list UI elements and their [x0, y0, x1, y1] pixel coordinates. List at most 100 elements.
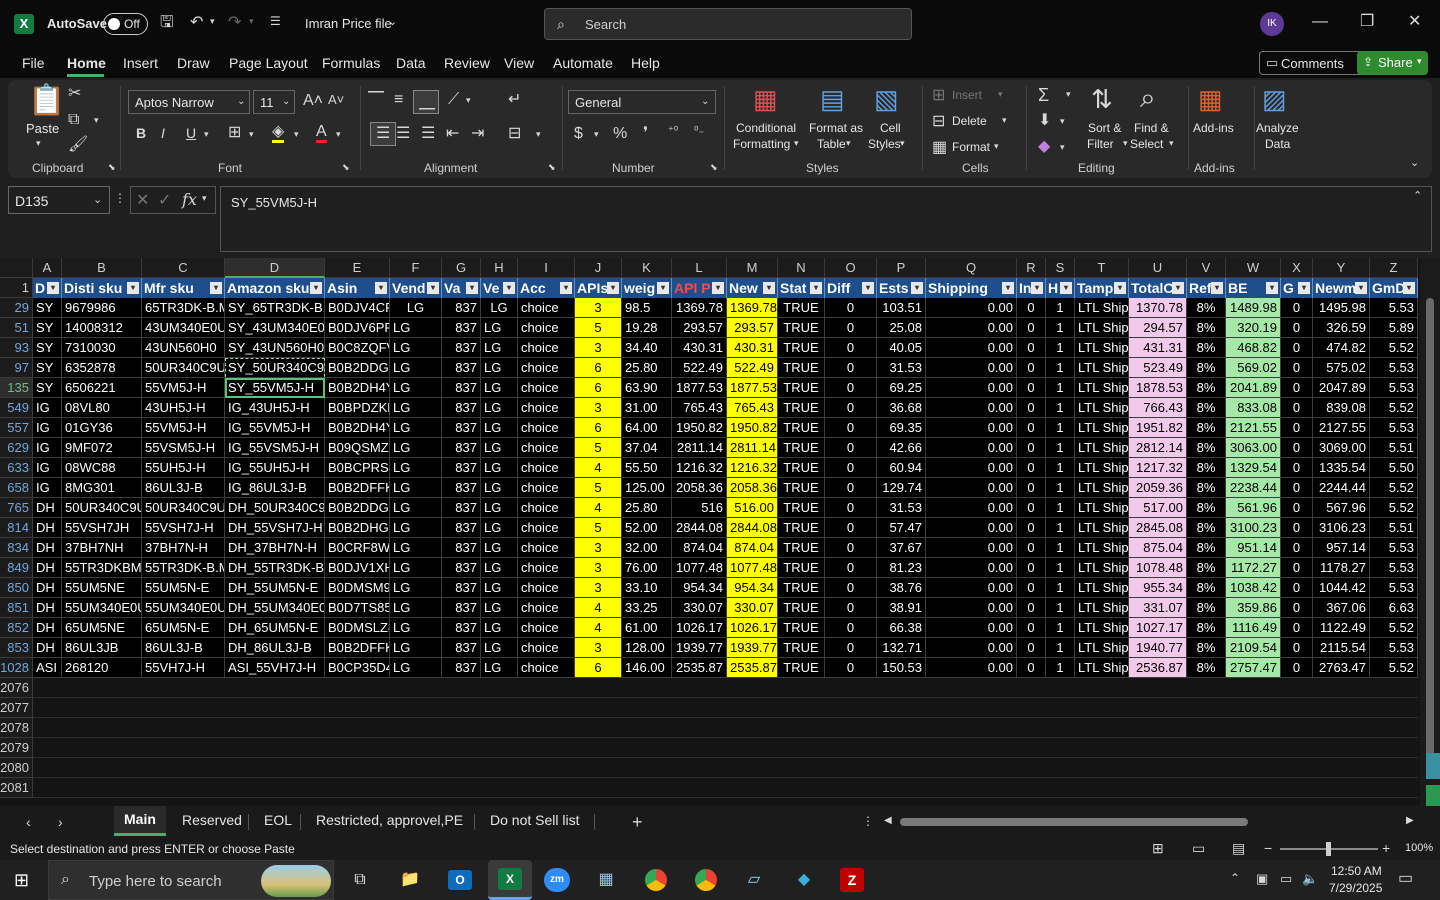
- table-cell[interactable]: 3: [575, 558, 622, 578]
- borders-dropdown-icon[interactable]: ▾: [249, 130, 254, 139]
- conditional-label[interactable]: Conditional: [736, 121, 796, 135]
- table-cell[interactable]: choice: [518, 538, 575, 558]
- table-cell[interactable]: IG: [33, 458, 62, 478]
- table-cell[interactable]: 839.08: [1313, 398, 1370, 418]
- table-cell[interactable]: 1877.53: [727, 378, 778, 398]
- zoom-level[interactable]: 100%: [1405, 842, 1433, 854]
- row-header[interactable]: 633: [0, 458, 33, 478]
- table-cell[interactable]: 98.5: [622, 298, 672, 318]
- align-bottom-button[interactable]: ⎽: [413, 90, 439, 114]
- column-header-o[interactable]: O: [825, 258, 877, 278]
- table-cell[interactable]: 33.25: [622, 598, 672, 618]
- table-cell[interactable]: 63.90: [622, 378, 672, 398]
- add-sheet-icon[interactable]: +: [632, 813, 643, 831]
- autosum-icon[interactable]: Σ: [1038, 86, 1049, 104]
- filter-dropdown-icon[interactable]: ▾: [1298, 282, 1310, 294]
- table-cell[interactable]: 1: [1046, 338, 1075, 358]
- table-cell[interactable]: 57.47: [877, 518, 926, 538]
- table-cell[interactable]: 0: [1281, 638, 1313, 658]
- filter-dropdown-icon[interactable]: ▾: [47, 282, 59, 294]
- table-cell[interactable]: 8%: [1187, 418, 1226, 438]
- table-cell[interactable]: 86UL3J-B: [142, 638, 225, 658]
- table-cell[interactable]: SY_43UN560H0: [225, 338, 325, 358]
- table-cell[interactable]: 37.04: [622, 438, 672, 458]
- table-cell[interactable]: 1: [1046, 438, 1075, 458]
- table-cell[interactable]: 1026.17: [727, 618, 778, 638]
- table-cell[interactable]: 0: [825, 618, 877, 638]
- row-header[interactable]: 2079: [0, 738, 33, 758]
- insert-function-icon[interactable]: fx: [182, 192, 197, 208]
- column-header-h[interactable]: H: [481, 258, 518, 278]
- table-cell[interactable]: 0: [1017, 398, 1046, 418]
- table-header-cell[interactable]: G ▾: [1281, 278, 1313, 298]
- table-cell[interactable]: 0: [825, 658, 877, 678]
- table-cell[interactable]: 1: [1046, 658, 1075, 678]
- filter-dropdown-icon[interactable]: ▾: [1355, 282, 1367, 294]
- table-cell[interactable]: 0.00: [926, 638, 1017, 658]
- table-cell[interactable]: DH: [33, 618, 62, 638]
- orientation-dropdown-icon[interactable]: ▾: [466, 96, 471, 105]
- table-cell[interactable]: 86UL3JB: [62, 638, 142, 658]
- table-cell[interactable]: 1939.77: [727, 638, 778, 658]
- table-cell[interactable]: LG: [390, 478, 442, 498]
- table-cell[interactable]: DH: [33, 638, 62, 658]
- table-cell[interactable]: 5.51: [1370, 438, 1418, 458]
- table-cell[interactable]: 3069.00: [1313, 438, 1370, 458]
- row-header[interactable]: 29: [0, 298, 33, 318]
- table-cell[interactable]: 5.50: [1370, 458, 1418, 478]
- table-cell[interactable]: 132.71: [877, 638, 926, 658]
- table-cell[interactable]: 1: [1046, 358, 1075, 378]
- table-cell[interactable]: 0: [825, 518, 877, 538]
- table-cell[interactable]: 359.86: [1226, 598, 1281, 618]
- table-cell[interactable]: 5: [575, 438, 622, 458]
- table-cell[interactable]: 8%: [1187, 338, 1226, 358]
- table-cell[interactable]: 1369.78: [727, 298, 778, 318]
- table-cell[interactable]: 8%: [1187, 598, 1226, 618]
- table-cell[interactable]: ASI: [33, 658, 62, 678]
- sheet-tab-reserved[interactable]: Reserved: [182, 812, 242, 828]
- table-cell[interactable]: DH_86UL3J-B: [225, 638, 325, 658]
- table-cell[interactable]: 0: [825, 558, 877, 578]
- table-cell[interactable]: 0: [825, 418, 877, 438]
- row-header[interactable]: 765: [0, 498, 33, 518]
- table-cell[interactable]: 8%: [1187, 318, 1226, 338]
- table-cell[interactable]: 0.00: [926, 358, 1017, 378]
- table-cell[interactable]: LTL Ship: [1075, 598, 1129, 618]
- table-cell[interactable]: LG: [481, 358, 518, 378]
- table-cell[interactable]: TRUE: [778, 578, 825, 598]
- table-cell[interactable]: LG: [390, 418, 442, 438]
- table-cell[interactable]: 8%: [1187, 638, 1226, 658]
- table-cell[interactable]: 5.52: [1370, 498, 1418, 518]
- table-cell[interactable]: choice: [518, 438, 575, 458]
- table-cell[interactable]: DH_55VSH7J-H: [225, 518, 325, 538]
- table-cell[interactable]: 8%: [1187, 478, 1226, 498]
- chrome-profile-icon[interactable]: [688, 866, 724, 894]
- table-cell[interactable]: B0BCPRSQ: [325, 458, 390, 478]
- align-right-icon[interactable]: ☰: [421, 126, 435, 142]
- row-header[interactable]: 629: [0, 438, 33, 458]
- clock-time[interactable]: 12:50 AM: [1331, 864, 1382, 878]
- table-cell[interactable]: 0: [1017, 618, 1046, 638]
- table-cell[interactable]: 31.53: [877, 498, 926, 518]
- windows-start-icon[interactable]: ⊞: [14, 871, 29, 889]
- column-header-p[interactable]: P: [877, 258, 926, 278]
- table-cell[interactable]: 3: [575, 298, 622, 318]
- table-cell[interactable]: 0.00: [926, 338, 1017, 358]
- table-cell[interactable]: 25.80: [622, 358, 672, 378]
- table-cell[interactable]: 55TR3DK-B.M: [142, 558, 225, 578]
- table-cell[interactable]: 1940.77: [1129, 638, 1187, 658]
- table-cell[interactable]: B0B2DFFK: [325, 638, 390, 658]
- table-cell[interactable]: 2844.08: [727, 518, 778, 538]
- clipboard-launcher-icon[interactable]: ⬊: [108, 163, 116, 172]
- table-cell[interactable]: 0: [1281, 398, 1313, 418]
- table-cell[interactable]: 0: [825, 598, 877, 618]
- row-header[interactable]: 850: [0, 578, 33, 598]
- table-cell[interactable]: 4: [575, 618, 622, 638]
- customize-toolbar-icon[interactable]: ☰: [270, 15, 281, 27]
- table-cell[interactable]: 561.96: [1226, 498, 1281, 518]
- empty-row[interactable]: [33, 718, 1418, 738]
- table-cell[interactable]: 837: [442, 338, 481, 358]
- format-as-table-label[interactable]: Format as: [809, 121, 863, 135]
- table-cell[interactable]: 0: [1017, 298, 1046, 318]
- network-icon[interactable]: ▭: [1280, 872, 1292, 885]
